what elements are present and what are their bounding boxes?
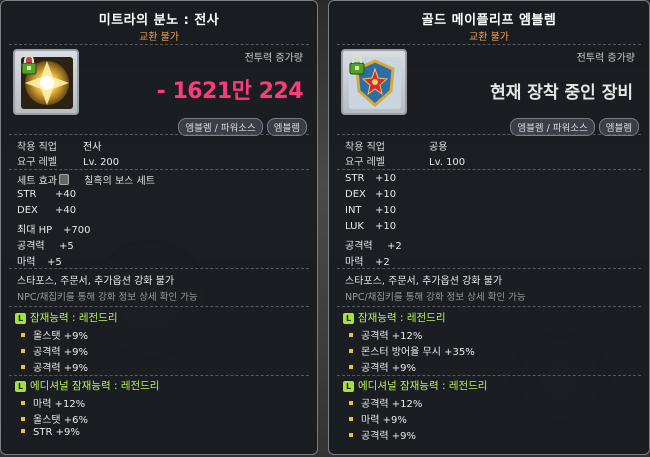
req-job: 착용 직업 전사 [17, 142, 102, 153]
potential-line: 공격력 +9% [349, 359, 416, 374]
req-job: 착용 직업 공용 [345, 142, 448, 153]
item-icon-frame [13, 49, 79, 115]
potential-line: 공격력 +9% [21, 343, 88, 358]
additional-line: 마력 +12% [21, 395, 85, 410]
lock-icon [349, 55, 365, 75]
set-effect-label: 세트 효과 [17, 176, 57, 187]
item-tooltip-mitra: 미트라의 분노 : 전사 교환 불가 전투력 증가량 - 1621만 224 엠… [0, 0, 318, 455]
stat-dex: DEX +10 [345, 189, 397, 200]
divider [9, 375, 309, 376]
legendary-badge-icon: L [15, 381, 26, 392]
additional-line: STR +9% [21, 427, 80, 438]
starforce-note: 스타포스, 주문서, 추가옵션 강화 불가 [345, 276, 503, 287]
stat-hp: 최대 HP +700 [17, 225, 91, 236]
potential-header: L 잠재능력 : 레전드리 [15, 310, 118, 325]
item-title: 골드 메이플리프 엠블렘 [421, 13, 557, 28]
power-value: - 1621만 224 [156, 79, 304, 104]
item-icon-frame [341, 49, 407, 115]
potential-line: 공격력 +12% [349, 327, 422, 342]
divider [337, 268, 641, 269]
divider [9, 134, 309, 135]
starforce-note: 스타포스, 주문서, 추가옵션 강화 불가 [17, 276, 175, 287]
trade-status: 교환 불가 [139, 32, 179, 43]
legendary-badge-icon: L [15, 313, 26, 324]
stat-attack: 공격력 +2 [345, 241, 402, 252]
stat-str: STR +40 [17, 189, 77, 200]
lock-icon [21, 55, 37, 75]
trade-status: 교환 불가 [469, 32, 509, 43]
stat-luk: LUK +10 [345, 221, 397, 232]
divider [337, 375, 641, 376]
additional-line: 공격력 +12% [349, 395, 422, 410]
legendary-badge-icon: L [343, 313, 354, 324]
enhance-info-note: NPC/채집키를 통해 강화 정보 상세 확인 가능 [345, 292, 526, 303]
enhance-info-note: NPC/채집키를 통해 강화 정보 상세 확인 가능 [17, 292, 198, 303]
divider [9, 169, 309, 170]
additional-line: 올스탯 +6% [21, 411, 88, 426]
stat-int: INT +10 [345, 205, 397, 216]
divider [9, 44, 309, 45]
additional-potential-header: L 에디셔널 잠재능력 : 레전드리 [343, 378, 487, 393]
stat-dex: DEX +40 [17, 205, 77, 216]
potential-line: 몬스터 방어율 무시 +35% [349, 343, 475, 358]
power-label: 전투력 증가량 [576, 53, 635, 64]
item-title: 미트라의 분노 : 전사 [98, 13, 220, 28]
stat-magic: 마력 +5 [17, 257, 62, 268]
additional-potential-header: L 에디셔널 잠재능력 : 레전드리 [15, 378, 159, 393]
potential-line: 올스탯 +9% [21, 327, 88, 342]
divider [337, 306, 641, 307]
mouse-icon [58, 174, 69, 185]
power-label: 전투력 증가량 [244, 53, 303, 64]
set-name: 칠흑의 보스 세트 [84, 176, 155, 187]
divider [9, 306, 309, 307]
divider [337, 169, 641, 170]
potential-header: L 잠재능력 : 레전드리 [343, 310, 446, 325]
legendary-badge-icon: L [343, 381, 354, 392]
additional-line: 마력 +9% [349, 411, 407, 426]
set-effect: 세트 효과 칠흑의 보스 세트 [17, 172, 155, 187]
item-tooltip-gold-mapleleaf: 골드 메이플리프 엠블렘 교환 불가 전투력 증가량 현재 장착 중인 장비 엠… [328, 0, 650, 455]
stat-attack: 공격력 +5 [17, 241, 74, 252]
req-level: 요구 레벨 Lv. 100 [345, 157, 466, 168]
divider [337, 44, 641, 45]
additional-line: 공격력 +9% [349, 427, 416, 442]
stat-magic: 마력 +2 [345, 257, 390, 268]
divider [9, 268, 309, 269]
req-level: 요구 레벨 Lv. 200 [17, 157, 120, 168]
stat-str: STR +10 [345, 173, 397, 184]
currently-equipped-label: 현재 장착 중인 장비 [490, 83, 633, 103]
potential-line: 공격력 +9% [21, 359, 88, 374]
divider [337, 134, 641, 135]
